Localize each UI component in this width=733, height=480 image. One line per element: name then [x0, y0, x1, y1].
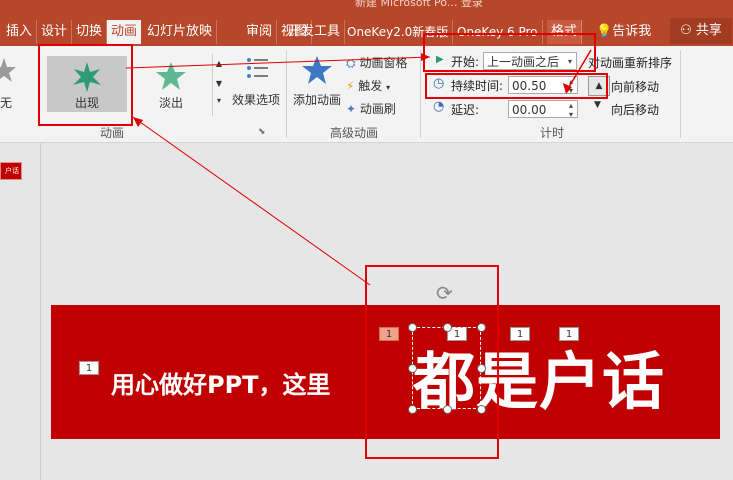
highlight-box-appear: [38, 44, 133, 126]
annotation-line: [132, 116, 371, 286]
highlight-box-duration: [425, 73, 608, 99]
annotation-arrowhead: [133, 117, 143, 127]
highlight-box-start: [423, 33, 596, 72]
highlight-box-text: [365, 265, 499, 459]
annotation-line: [125, 56, 431, 69]
